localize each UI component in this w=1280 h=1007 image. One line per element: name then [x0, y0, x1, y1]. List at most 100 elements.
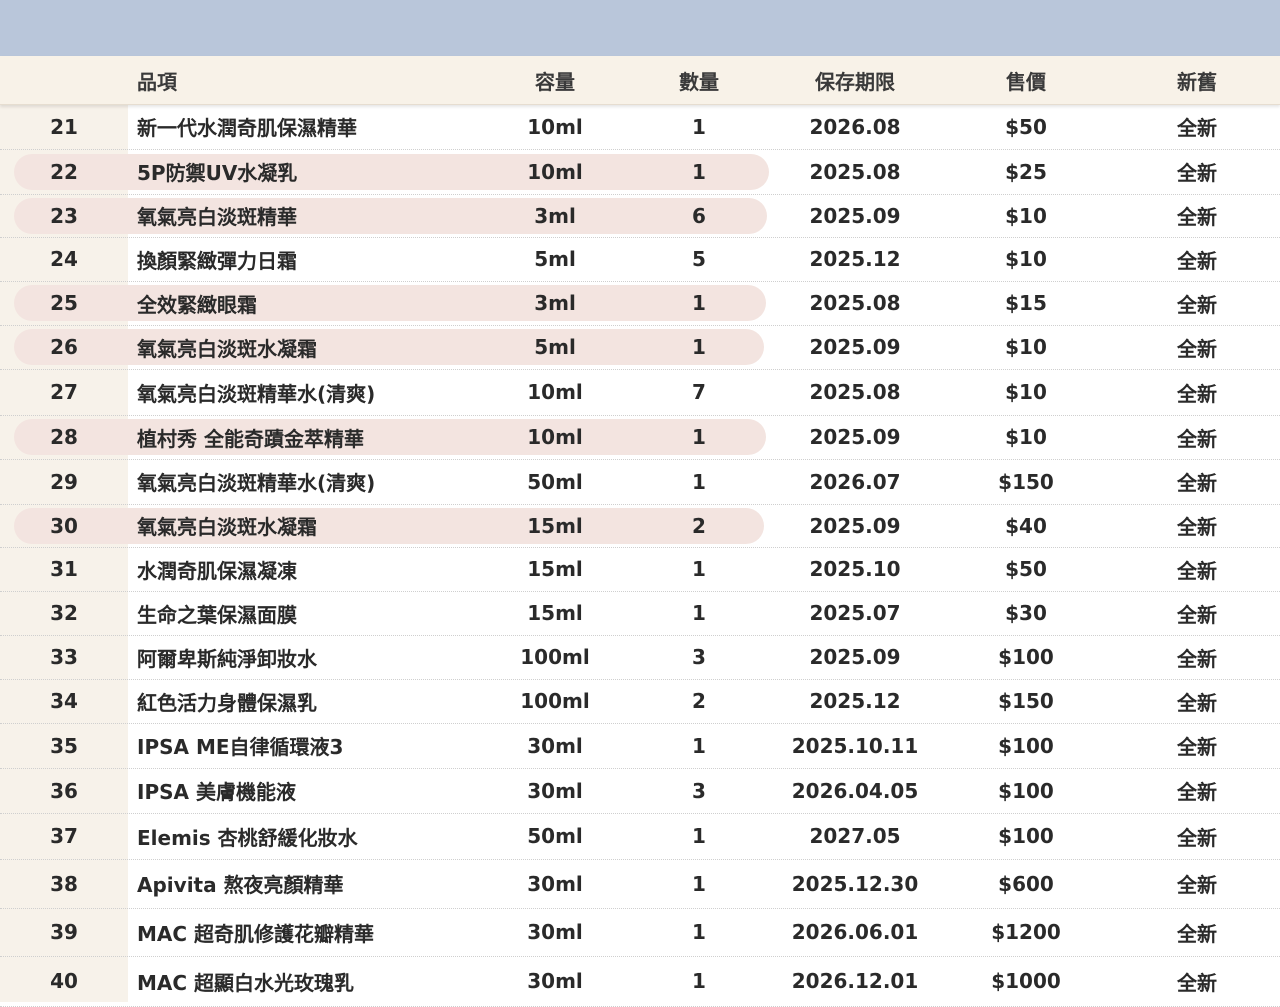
- header-condition: 新舊: [1177, 69, 1217, 94]
- item-price: $10: [1005, 380, 1047, 404]
- item-volume: 30ml: [527, 969, 583, 993]
- item-name: 紅色活力身體保濕乳: [137, 690, 317, 715]
- item-name: 換顏緊緻彈力日霜: [137, 248, 297, 273]
- item-quantity: 6: [692, 203, 706, 228]
- item-condition: 全新: [1177, 116, 1217, 140]
- row-index: 23: [50, 203, 78, 228]
- item-volume: 50ml: [527, 824, 583, 848]
- item-volume: 30ml: [527, 920, 583, 944]
- item-volume: 5ml: [534, 335, 576, 359]
- item-quantity: 2: [692, 689, 706, 713]
- item-expiry: 2025.12: [809, 689, 901, 713]
- item-condition: 全新: [1177, 970, 1217, 995]
- item-condition: 全新: [1177, 646, 1217, 671]
- item-volume: 30ml: [527, 778, 583, 803]
- item-name: IPSA ME自律循環液3: [137, 735, 344, 759]
- item-expiry: 2027.05: [809, 824, 901, 848]
- item-expiry: 2025.12: [809, 247, 901, 271]
- item-price: $50: [1005, 114, 1047, 139]
- header-name: 品項: [137, 69, 177, 94]
- item-quantity: 1: [692, 469, 706, 494]
- item-volume: 30ml: [527, 733, 583, 758]
- item-price: $100: [998, 778, 1054, 803]
- item-quantity: 1: [692, 969, 706, 993]
- item-condition: 全新: [1177, 690, 1217, 715]
- item-condition: 全新: [1177, 161, 1217, 185]
- item-expiry: 2025.09: [809, 203, 901, 228]
- item-price: $10: [1005, 247, 1047, 271]
- item-volume: 100ml: [520, 645, 590, 669]
- item-name: MAC 超顯白水光玫瑰乳: [137, 970, 355, 995]
- item-expiry: 2025.10.11: [791, 733, 919, 758]
- item-condition: 全新: [1177, 205, 1217, 229]
- table-row: 26 氧氣亮白淡斑水凝霜 5ml 1 2025.09 $10 全新: [0, 325, 1280, 370]
- item-volume: 3ml: [534, 291, 576, 315]
- item-price: $10: [1005, 335, 1047, 359]
- item-expiry: 2025.08: [809, 291, 901, 315]
- table-row: 23 氧氣亮白淡斑精華 3ml 6 2025.09 $10 全新: [0, 194, 1280, 238]
- row-index: 32: [50, 601, 78, 625]
- table-row: 40 MAC 超顯白水光玫瑰乳 30ml 1 2026.12.01 $1000 全新: [0, 956, 1280, 1007]
- item-expiry: 2025.08: [809, 159, 901, 184]
- item-expiry: 2025.09: [809, 513, 901, 538]
- item-expiry: 2025.07: [809, 601, 901, 625]
- item-quantity: 3: [692, 645, 706, 669]
- header-index: [0, 56, 128, 104]
- item-condition: 全新: [1177, 292, 1217, 317]
- item-condition: 全新: [1177, 381, 1217, 406]
- item-volume: 10ml: [527, 425, 583, 449]
- row-index: 27: [50, 380, 78, 404]
- table-row: 39 MAC 超奇肌修護花瓣精華 30ml 1 2026.06.01 $1200 全新: [0, 908, 1280, 957]
- row-index: 38: [50, 871, 78, 896]
- row-index: 35: [50, 733, 78, 758]
- item-name: 生命之葉保濕面膜: [137, 602, 297, 627]
- row-index: 34: [50, 689, 78, 713]
- item-price: $10: [1005, 203, 1047, 228]
- item-quantity: 1: [692, 920, 706, 944]
- item-name: 氧氣亮白淡斑精華水(清爽): [137, 471, 376, 495]
- table-row: 21 新一代水潤奇肌保濕精華 10ml 1 2026.08 $50 全新: [0, 104, 1280, 150]
- table-header: 品項 容量 數量 保存期限 售價 新舊: [0, 56, 1280, 105]
- item-volume: 5ml: [534, 247, 576, 271]
- item-price: $150: [998, 689, 1054, 713]
- item-volume: 15ml: [527, 513, 583, 538]
- item-quantity: 1: [692, 871, 706, 896]
- item-condition: 全新: [1177, 735, 1217, 759]
- item-expiry: 2025.09: [809, 335, 901, 359]
- row-index: 37: [50, 824, 78, 848]
- item-name: 5P防禦UV水凝乳: [137, 161, 298, 185]
- item-name: 水潤奇肌保濕凝凍: [137, 558, 297, 583]
- item-price: $30: [1005, 601, 1047, 625]
- item-expiry: 2026.12.01: [791, 969, 919, 993]
- header-quantity: 數量: [679, 69, 719, 94]
- item-condition: 全新: [1177, 780, 1217, 804]
- item-volume: 50ml: [527, 469, 583, 494]
- item-price: $15: [1005, 291, 1047, 315]
- item-condition: 全新: [1177, 515, 1217, 539]
- item-quantity: 1: [692, 824, 706, 848]
- item-name: 全效緊緻眼霜: [137, 292, 257, 317]
- item-condition: 全新: [1177, 426, 1217, 451]
- item-name: 阿爾卑斯純淨卸妝水: [137, 646, 317, 671]
- item-price: $1200: [991, 920, 1061, 944]
- item-condition: 全新: [1177, 873, 1217, 897]
- table-row: 37 Elemis 杏桃舒緩化妝水 50ml 1 2027.05 $100 全新: [0, 813, 1280, 860]
- item-quantity: 1: [692, 114, 706, 139]
- item-expiry: 2025.09: [809, 645, 901, 669]
- item-volume: 10ml: [527, 380, 583, 404]
- item-expiry: 2025.08: [809, 380, 901, 404]
- table-row: 33 阿爾卑斯純淨卸妝水 100ml 3 2025.09 $100 全新: [0, 635, 1280, 680]
- item-name: IPSA 美膚機能液: [137, 780, 296, 804]
- item-name: 新一代水潤奇肌保濕精華: [137, 116, 357, 140]
- item-price: $100: [998, 733, 1054, 758]
- table-row: 36 IPSA 美膚機能液 30ml 3 2026.04.05 $100 全新: [0, 768, 1280, 814]
- row-index: 28: [50, 425, 78, 449]
- item-price: $50: [1005, 557, 1047, 581]
- top-band: [0, 0, 1280, 56]
- item-price: $10: [1005, 425, 1047, 449]
- item-condition: 全新: [1177, 336, 1217, 361]
- item-price: $25: [1005, 159, 1047, 184]
- table-row: 28 植村秀 全能奇蹟金萃精華 10ml 1 2025.09 $10 全新: [0, 415, 1280, 460]
- item-quantity: 1: [692, 335, 706, 359]
- item-price: $40: [1005, 513, 1047, 538]
